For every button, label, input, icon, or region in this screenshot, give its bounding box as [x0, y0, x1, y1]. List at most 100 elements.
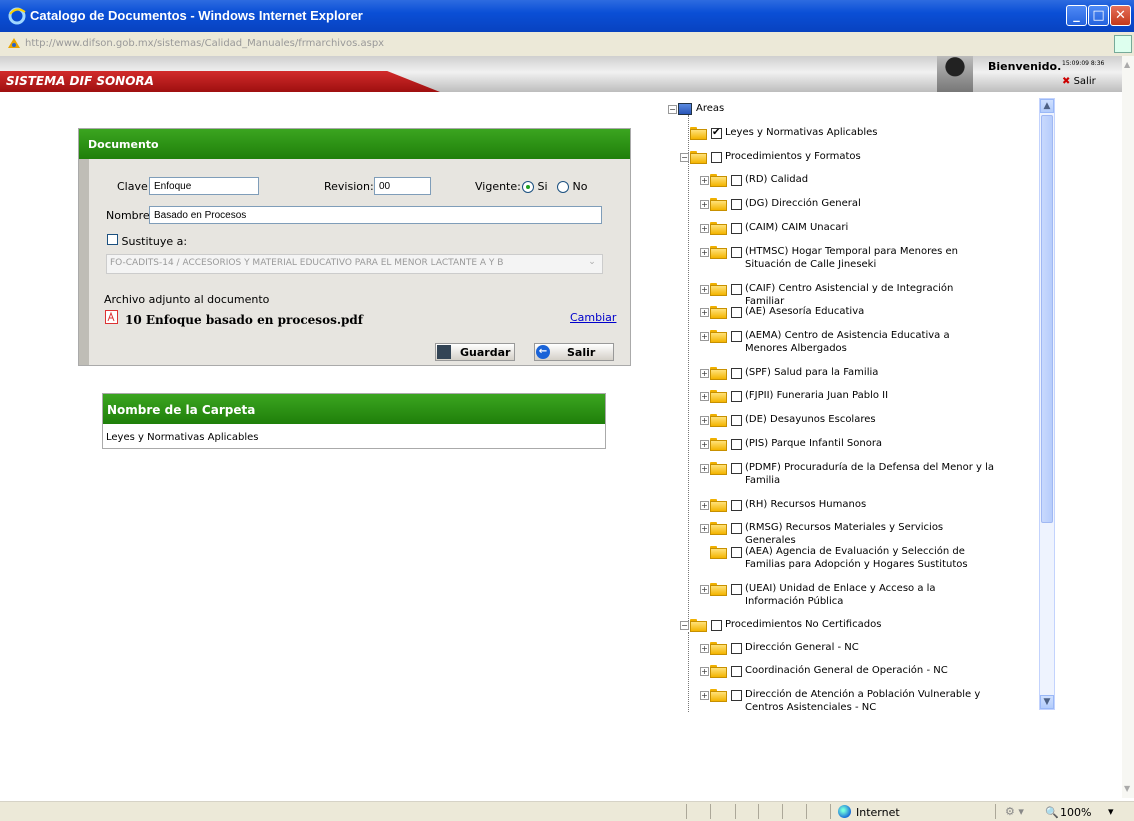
address-bar[interactable]: http://www.difson.gob.mx/sistemas/Calida… — [0, 32, 1134, 57]
tree-node-checkbox[interactable] — [731, 175, 742, 186]
expand-icon[interactable]: + — [700, 392, 709, 401]
change-attachment-link[interactable]: Cambiar — [570, 311, 616, 324]
tree-node[interactable]: + (SPF) Salud para la Familia — [700, 366, 995, 380]
save-button[interactable]: Guardar — [435, 343, 515, 361]
tree-node-checkbox[interactable] — [731, 500, 742, 511]
tree-node[interactable]: + (RD) Calidad — [700, 173, 995, 187]
tree-node[interactable]: + (AE) Asesoría Educativa — [700, 305, 995, 319]
zoom-level[interactable]: 100% — [1060, 806, 1091, 819]
expand-icon[interactable]: + — [700, 285, 709, 294]
tree-scrollbar[interactable]: ▲ ▼ — [1039, 98, 1055, 710]
collapse-icon[interactable]: − — [668, 105, 677, 114]
tree-node[interactable]: + Dirección General - NC — [700, 641, 995, 655]
folder-icon — [710, 522, 727, 535]
tree-node-checkbox[interactable] — [731, 666, 742, 677]
tree-node-checkbox[interactable] — [731, 284, 742, 295]
revision-input[interactable] — [374, 177, 431, 195]
tree-node[interactable]: + Coordinación General de Operación - NC — [700, 664, 995, 678]
exit-button[interactable]: ← Salir — [534, 343, 614, 361]
tree-node-checkbox[interactable] — [731, 547, 742, 558]
tree-node-label: (RH) Recursos Humanos — [745, 499, 867, 510]
expand-icon[interactable]: + — [700, 524, 709, 533]
expand-icon[interactable]: + — [700, 585, 709, 594]
tree-node[interactable]: + (CAIM) CAIM Unacari — [700, 221, 995, 235]
vigente-no-radio[interactable]: No — [557, 180, 587, 193]
expand-icon[interactable]: − — [680, 153, 689, 162]
tree-node-checkbox[interactable] — [731, 391, 742, 402]
minimize-button[interactable]: _ — [1066, 5, 1087, 26]
expand-icon[interactable]: + — [700, 332, 709, 341]
protected-mode-icon[interactable]: ⚙ ▾ — [1005, 805, 1024, 818]
tree-node-checkbox[interactable] — [731, 331, 742, 342]
scroll-down-icon[interactable]: ▼ — [1040, 695, 1054, 709]
tree-scroll-thumb[interactable] — [1041, 115, 1053, 523]
tree-node-checkbox[interactable] — [731, 199, 742, 210]
tree-node-checkbox[interactable] — [731, 368, 742, 379]
tree-root[interactable]: − Areas — [668, 102, 724, 115]
tree-node[interactable]: + Dirección de Atención a Población Vulne… — [700, 688, 995, 714]
tree-node-checkbox[interactable] — [711, 126, 722, 139]
expand-icon[interactable]: + — [700, 667, 709, 676]
expand-icon[interactable]: + — [700, 501, 709, 510]
maximize-button[interactable]: □ — [1088, 5, 1109, 26]
zoom-dropdown-icon[interactable]: ▾ — [1108, 805, 1114, 818]
tree-node[interactable]: + (UEAI) Unidad de Enlace y Acceso a la I… — [700, 582, 995, 608]
tree-node-checkbox[interactable] — [711, 620, 722, 631]
tree-node[interactable]: + (PDMF) Procuraduría de la Defensa del M… — [700, 461, 995, 487]
tree-node[interactable]: + (RMSG) Recursos Materiales y Servicios … — [700, 521, 995, 547]
clave-input[interactable] — [149, 177, 259, 195]
tree-node[interactable]: +(AEA) Agencia de Evaluación y Selección… — [700, 545, 995, 571]
zoom-icon[interactable]: 🔍 — [1045, 806, 1059, 819]
tree-node-checkbox[interactable] — [731, 439, 742, 450]
tree-node[interactable]: +Leyes y Normativas Aplicables — [680, 126, 975, 140]
page-scroll-down-icon[interactable]: ▼ — [1124, 784, 1130, 793]
tree-node-checkbox[interactable] — [731, 584, 742, 595]
expand-icon[interactable]: + — [700, 440, 709, 449]
tree-node[interactable]: + (HTMSC) Hogar Temporal para Menores en … — [700, 245, 995, 271]
expand-icon[interactable]: + — [700, 224, 709, 233]
tree-node[interactable]: + (RH) Recursos Humanos — [700, 498, 995, 512]
nombre-input[interactable] — [149, 206, 602, 224]
expand-icon[interactable]: + — [700, 464, 709, 473]
tree-node-checkbox[interactable] — [731, 415, 742, 426]
page-scrollbar[interactable]: ▲ ▼ — [1122, 56, 1134, 798]
tree-node-label: (DG) Dirección General — [745, 198, 861, 209]
tree-node-checkbox[interactable] — [731, 247, 742, 258]
tree-node-checkbox[interactable] — [731, 643, 742, 654]
page-scroll-up-icon[interactable]: ▲ — [1124, 60, 1130, 69]
tree-node[interactable]: + (FJPII) Funeraria Juan Pablo II — [700, 389, 995, 403]
tree-node[interactable]: + (DG) Dirección General — [700, 197, 995, 211]
tree-node[interactable]: − Procedimientos y Formatos — [680, 150, 975, 164]
tree-node-checkbox[interactable] — [711, 152, 722, 163]
expand-icon[interactable]: + — [700, 644, 709, 653]
tree-node-checkbox[interactable] — [731, 463, 742, 474]
tree-node[interactable]: + (DE) Desayunos Escolares — [700, 413, 995, 427]
attachment-file-link[interactable]: 10 Enfoque basado en procesos.pdf — [125, 313, 363, 327]
tree-node-label: (RMSG) Recursos Materiales y Servicios G… — [745, 522, 944, 546]
expand-icon[interactable]: + — [700, 248, 709, 257]
tree-node[interactable]: − Procedimientos No Certificados — [680, 618, 975, 632]
expand-icon[interactable]: + — [700, 200, 709, 209]
expand-icon[interactable]: + — [700, 416, 709, 425]
chevron-down-icon[interactable]: ⌄ — [585, 257, 599, 269]
logout-link[interactable]: ✖ Salir — [1062, 76, 1096, 87]
tree-node-checkbox[interactable] — [731, 690, 742, 701]
close-button[interactable]: ✕ — [1110, 5, 1131, 26]
expand-icon[interactable]: + — [700, 369, 709, 378]
tree-node[interactable]: + (AEMA) Centro de Asistencia Educativa a… — [700, 329, 995, 355]
sustituye-select[interactable]: FO-CADITS-14 / ACCESORIOS Y MATERIAL EDU… — [106, 254, 603, 274]
tree-node-checkbox[interactable] — [731, 307, 742, 318]
address-url[interactable]: http://www.difson.gob.mx/sistemas/Calida… — [25, 38, 384, 49]
tree-node-checkbox[interactable] — [731, 223, 742, 234]
compat-icon[interactable] — [1114, 35, 1132, 53]
tree-node-checkbox[interactable] — [731, 523, 742, 534]
expand-icon[interactable]: + — [700, 308, 709, 317]
tree-node[interactable]: + (PIS) Parque Infantil Sonora — [700, 437, 995, 451]
window-title-bar[interactable]: Catalogo de Documentos - Windows Interne… — [0, 0, 1134, 32]
sustituye-checkbox[interactable]: Sustituye a: — [107, 234, 187, 248]
expand-icon[interactable]: + — [700, 176, 709, 185]
expand-icon[interactable]: + — [700, 691, 709, 700]
expand-icon[interactable]: − — [680, 621, 689, 630]
scroll-up-icon[interactable]: ▲ — [1040, 99, 1054, 113]
vigente-si-radio[interactable]: Si — [522, 180, 548, 193]
